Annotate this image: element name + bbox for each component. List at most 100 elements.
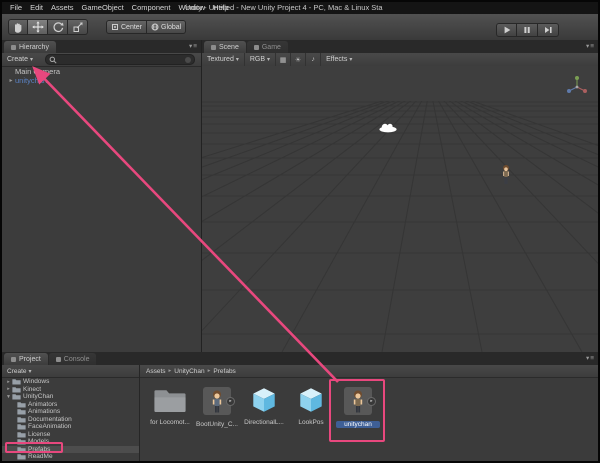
tree-item-license[interactable]: License bbox=[2, 431, 139, 439]
step-button[interactable] bbox=[538, 23, 559, 37]
overlay-icon: ▦ bbox=[280, 56, 287, 64]
move-icon bbox=[32, 21, 44, 33]
scene-grid bbox=[202, 66, 598, 352]
panel-menu-icon[interactable]: ▾≡ bbox=[189, 42, 198, 50]
move-tool-button[interactable] bbox=[28, 19, 48, 35]
tree-item-faceanimation[interactable]: FaceAnimation bbox=[2, 423, 139, 431]
pause-button[interactable] bbox=[517, 23, 538, 37]
panel-menu-icon[interactable]: ▾≡ bbox=[586, 42, 595, 50]
project-toolbar: Create ▾ bbox=[2, 365, 139, 378]
scene-viewport[interactable] bbox=[202, 66, 598, 352]
project-panel: Project Console ▾≡ Create ▾ ▸ Windows bbox=[2, 352, 598, 461]
menu-gameobject[interactable]: GameObject bbox=[78, 2, 128, 14]
globe-icon bbox=[151, 23, 159, 31]
scene-lighting-toggle-button[interactable]: ☀ bbox=[290, 53, 305, 66]
tree-item-label: Animators bbox=[28, 401, 57, 408]
search-cancel-icon[interactable] bbox=[185, 57, 191, 63]
dropdown-arrow-icon: ▾ bbox=[236, 56, 239, 63]
tree-item-models[interactable]: Models bbox=[2, 438, 139, 446]
asset-item-unitychan[interactable]: ▸ unitychan bbox=[336, 385, 380, 428]
overlay-toggle-button[interactable]: ▦ bbox=[275, 53, 290, 66]
asset-item-folder[interactable]: for Locomot... bbox=[148, 385, 192, 426]
dropdown-arrow-icon: ▾ bbox=[29, 368, 32, 375]
tree-item-animations[interactable]: Animations bbox=[2, 408, 139, 416]
menu-component[interactable]: Component bbox=[128, 2, 175, 14]
tree-item-label: UnityChan bbox=[23, 393, 53, 400]
play-button[interactable] bbox=[496, 23, 517, 37]
folder-icon bbox=[17, 453, 26, 460]
tab-project[interactable]: Project bbox=[4, 353, 48, 365]
tree-item-kinect[interactable]: ▸ Kinect bbox=[2, 386, 139, 394]
menu-assets[interactable]: Assets bbox=[47, 2, 78, 14]
unitychan-character[interactable] bbox=[500, 164, 512, 188]
tree-item-animators[interactable]: Animators bbox=[2, 401, 139, 409]
audio-toggle-button[interactable]: ♪ bbox=[305, 53, 320, 66]
asset-item-lookpos[interactable]: LookPos bbox=[289, 385, 333, 426]
scale-icon bbox=[72, 21, 84, 33]
tree-item-label: License bbox=[28, 431, 50, 438]
folder-icon bbox=[17, 416, 26, 423]
shading-mode-dropdown[interactable]: Textured ▾ bbox=[206, 53, 244, 66]
tab-game[interactable]: Game bbox=[247, 41, 288, 53]
cube-icon bbox=[295, 385, 327, 417]
tree-item-windows[interactable]: ▸ Windows bbox=[2, 378, 139, 386]
tree-item-prefabs[interactable]: Prefabs bbox=[2, 446, 139, 454]
panel-menu-icon[interactable]: ▾≡ bbox=[586, 354, 595, 362]
asset-item-bootunity[interactable]: ▸ BootUnity_C... bbox=[195, 385, 239, 428]
breadcrumb-separator-icon: ▸ bbox=[169, 368, 172, 374]
expand-icon[interactable]: ▸ bbox=[5, 386, 12, 392]
breadcrumb-unitychan[interactable]: UnityChan bbox=[174, 368, 204, 375]
tree-item-label: Documentation bbox=[28, 416, 72, 423]
asset-item-label: BootUnity_C... bbox=[195, 421, 239, 428]
tree-item-unitychan[interactable]: ▼ UnityChan bbox=[2, 393, 139, 401]
rotate-tool-button[interactable] bbox=[48, 19, 68, 35]
prefab-thumbnail-icon: ▸ bbox=[201, 387, 233, 419]
asset-grid: for Locomot... ▸ bbox=[140, 377, 598, 461]
orientation-gizmo[interactable] bbox=[564, 74, 590, 100]
tab-console[interactable]: Console bbox=[49, 353, 97, 365]
transform-tools bbox=[8, 19, 88, 35]
folder-large-icon bbox=[154, 385, 186, 417]
pan-tool-button[interactable] bbox=[8, 19, 28, 35]
tree-item-documentation[interactable]: Documentation bbox=[2, 416, 139, 424]
asset-expand-icon[interactable]: ▸ bbox=[226, 397, 235, 406]
effects-dropdown[interactable]: Effects ▾ bbox=[320, 53, 357, 66]
game-tab-label: Game bbox=[262, 44, 281, 51]
cloud-object[interactable] bbox=[378, 122, 398, 133]
playmode-controls bbox=[496, 23, 559, 37]
asset-item-label: LookPos bbox=[289, 419, 333, 426]
space-toggle-label: Global bbox=[161, 24, 181, 31]
menu-file[interactable]: File bbox=[6, 2, 26, 14]
project-folder-tree: Create ▾ ▸ Windows ▸ Kinect ▼ UnityChan bbox=[2, 365, 140, 461]
tab-scene[interactable]: Scene bbox=[204, 41, 246, 53]
pivot-toggle-button[interactable]: Center bbox=[106, 20, 147, 34]
expand-icon[interactable]: ▸ bbox=[5, 379, 12, 385]
menu-edit[interactable]: Edit bbox=[26, 2, 47, 14]
hierarchy-create-button[interactable]: Create ▾ bbox=[6, 53, 38, 66]
create-button-label: Create bbox=[7, 56, 28, 63]
scene-tab-label: Scene bbox=[219, 44, 239, 51]
scale-tool-button[interactable] bbox=[68, 19, 88, 35]
tree-item-readme[interactable]: ReadMe bbox=[2, 453, 139, 461]
scene-view-toolbar: Textured ▾ RGB ▾ ▦ ☀ ♪ Effects ▾ bbox=[202, 53, 598, 67]
space-toggle-button[interactable]: Global bbox=[147, 20, 186, 34]
collapse-icon[interactable]: ▼ bbox=[5, 394, 12, 400]
expand-icon[interactable]: ▸ bbox=[7, 77, 15, 84]
asset-expand-icon[interactable]: ▸ bbox=[367, 397, 376, 406]
breadcrumb-prefabs[interactable]: Prefabs bbox=[213, 368, 235, 375]
asset-item-directionallight[interactable]: DirectionalL... bbox=[242, 385, 286, 426]
project-tab-label: Project bbox=[19, 356, 41, 363]
tab-hierarchy[interactable]: Hierarchy bbox=[4, 41, 56, 53]
folder-icon bbox=[17, 401, 26, 408]
create-button-label: Create bbox=[7, 368, 27, 375]
hierarchy-item-main-camera[interactable]: Main Camera bbox=[2, 67, 201, 76]
hierarchy-tabstrip: Hierarchy ▾≡ bbox=[2, 40, 201, 53]
project-tabstrip: Project Console ▾≡ bbox=[2, 352, 598, 365]
folder-icon bbox=[17, 446, 26, 453]
hierarchy-item-unitychan[interactable]: ▸ unitychan bbox=[2, 76, 201, 85]
hierarchy-search-input[interactable] bbox=[45, 54, 195, 65]
project-create-button[interactable]: Create ▾ bbox=[6, 365, 37, 377]
main-toolbar: Center Global bbox=[2, 14, 598, 41]
breadcrumb-assets[interactable]: Assets bbox=[146, 368, 166, 375]
render-channel-dropdown[interactable]: RGB ▾ bbox=[244, 53, 275, 66]
